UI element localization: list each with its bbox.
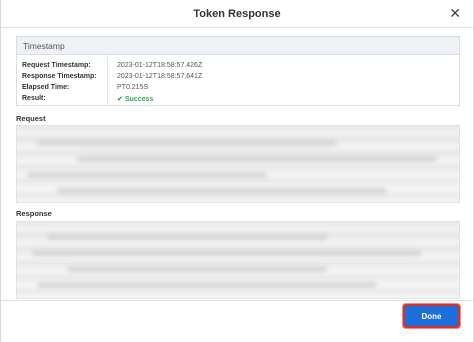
blurred-line [37, 282, 377, 288]
result-value: ✔ Success [117, 95, 317, 103]
check-icon: ✔ [117, 96, 123, 103]
done-button[interactable]: Done [403, 304, 460, 328]
blurred-line [27, 172, 267, 178]
dialog-title: Token Response [193, 7, 281, 20]
timestamp-divider [107, 55, 108, 106]
blurred-line [47, 234, 327, 240]
token-response-dialog: Token Response ✕ Timestamp Request Times… [0, 0, 474, 342]
request-body-blurred[interactable] [16, 125, 460, 203]
request-timestamp-value: 2023-01-12T18:58:57.426Z [117, 62, 203, 69]
request-label: Request [16, 114, 46, 123]
blurred-line [32, 250, 422, 256]
response-body-blurred[interactable] [16, 221, 460, 299]
blurred-line [57, 188, 387, 194]
blurred-line [77, 156, 437, 162]
timestamp-panel: Timestamp Request Timestamp: 2023-01-12T… [16, 36, 460, 106]
response-timestamp-value: 2023-01-12T18:58:57.641Z [117, 73, 203, 80]
request-timestamp-label: Request Timestamp: [22, 62, 91, 69]
elapsed-time-value: PT0.215S [117, 84, 149, 91]
blurred-line [67, 266, 327, 272]
result-label: Result: [22, 95, 46, 102]
blurred-line [37, 140, 337, 146]
elapsed-time-label: Elapsed Time: [22, 84, 70, 91]
dialog-header: Token Response ✕ [1, 0, 473, 28]
response-timestamp-label: Response Timestamp: [22, 73, 97, 80]
timestamp-panel-header: Timestamp [17, 37, 459, 55]
response-label: Response [16, 209, 52, 218]
result-text: Success [124, 96, 154, 103]
close-icon[interactable]: ✕ [449, 6, 461, 20]
